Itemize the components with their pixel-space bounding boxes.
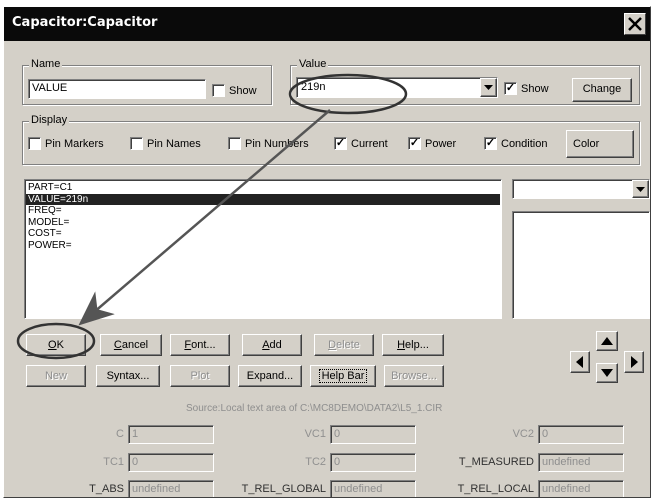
- property-line[interactable]: PART=C1: [26, 182, 500, 194]
- pin-names-label: Pin Names: [147, 137, 201, 150]
- param-tc1-label: TC1: [103, 456, 124, 468]
- ok-button[interactable]: OK: [26, 334, 86, 356]
- name-show-checkbox[interactable]: Show: [212, 84, 257, 97]
- syntax-button[interactable]: Syntax...: [96, 365, 160, 387]
- current-label: Current: [351, 137, 388, 150]
- property-line[interactable]: MODEL=: [26, 217, 500, 229]
- close-icon: [628, 17, 642, 31]
- attribute-combo[interactable]: [512, 179, 650, 199]
- param-t-abs-field[interactable]: undefined: [128, 480, 214, 497]
- power-checkbox[interactable]: ✓ Power: [408, 137, 456, 150]
- condition-checkbox[interactable]: ✓ Condition: [484, 137, 547, 150]
- name-show-label: Show: [229, 84, 257, 97]
- pin-markers-label: Pin Markers: [45, 137, 104, 150]
- arrow-down-icon: [601, 369, 613, 377]
- attribute-list[interactable]: [512, 211, 650, 319]
- pin-numbers-label: Pin Numbers: [245, 137, 309, 150]
- power-label: Power: [425, 137, 457, 150]
- param-t-rel-local-label: T_REL_LOCAL: [457, 483, 534, 495]
- value-show-box: ✓: [504, 82, 517, 95]
- value-combo[interactable]: 219n: [296, 77, 498, 98]
- property-line[interactable]: COST=: [26, 228, 500, 240]
- close-button[interactable]: [624, 13, 646, 35]
- capacitor-dialog: Capacitor:Capacitor Name VALUE Show Valu…: [3, 6, 651, 498]
- add-button[interactable]: Add: [242, 334, 302, 356]
- value-group-label: Value: [297, 58, 329, 70]
- param-vc1-field[interactable]: 0: [330, 425, 416, 444]
- move-up-button[interactable]: [596, 331, 618, 351]
- window-title: Capacitor:Capacitor: [12, 15, 158, 30]
- param-c-field[interactable]: 1: [128, 425, 214, 444]
- param-t-abs-label: T_ABS: [89, 483, 124, 495]
- value-show-checkbox[interactable]: ✓ Show: [504, 82, 549, 95]
- change-button[interactable]: Change: [572, 78, 632, 102]
- property-line[interactable]: VALUE=219n: [26, 193, 500, 205]
- power-box: ✓: [408, 137, 421, 150]
- value-combo-text: 219n: [301, 81, 326, 93]
- move-down-button[interactable]: [596, 363, 618, 383]
- pin-numbers-box: [228, 137, 241, 150]
- delete-button[interactable]: Delete: [314, 334, 374, 356]
- help-bar-button[interactable]: Help Bar: [310, 365, 376, 387]
- name-field[interactable]: VALUE: [28, 79, 206, 99]
- arrow-up-icon: [601, 337, 613, 345]
- name-show-box: [212, 84, 225, 97]
- param-t-measured-label: T_MEASURED: [458, 456, 534, 468]
- current-box: ✓: [334, 137, 347, 150]
- condition-box: ✓: [484, 137, 497, 150]
- title-bar: Capacitor:Capacitor: [4, 7, 650, 41]
- current-checkbox[interactable]: ✓ Current: [334, 137, 388, 150]
- param-vc1-label: VC1: [304, 428, 326, 440]
- properties-lines: PART=C1 VALUE=219n FREQ= MODEL= COST= POWER=: [26, 182, 500, 251]
- move-left-button[interactable]: [570, 351, 590, 373]
- plot-button[interactable]: Plot: [170, 365, 230, 387]
- condition-label: Condition: [501, 137, 548, 150]
- attribute-dropdown-button[interactable]: [632, 180, 649, 198]
- param-t-rel-global-label: T_REL_GLOBAL: [241, 483, 326, 495]
- param-tc1-field[interactable]: 0: [128, 453, 214, 472]
- color-button[interactable]: Color: [566, 130, 634, 158]
- property-line[interactable]: POWER=: [26, 240, 500, 252]
- value-dropdown-button[interactable]: [480, 78, 497, 97]
- help-bar-label: Help Bar: [318, 369, 368, 383]
- source-text: Source:Local text area of C:\MC8DEMO\DAT…: [186, 403, 443, 414]
- pin-names-box: [130, 137, 143, 150]
- param-c-label: C: [116, 428, 124, 440]
- param-t-measured-field[interactable]: undefined: [538, 453, 624, 472]
- display-group-label: Display: [29, 114, 70, 126]
- help-button[interactable]: Help...: [382, 334, 444, 356]
- param-t-rel-global-field[interactable]: undefined: [330, 480, 416, 497]
- new-button[interactable]: New: [26, 365, 86, 387]
- arrow-left-icon: [576, 356, 583, 368]
- param-tc2-field[interactable]: 0: [330, 453, 416, 472]
- arrow-right-icon: [631, 356, 638, 368]
- property-line[interactable]: FREQ=: [26, 205, 500, 217]
- pin-numbers-checkbox[interactable]: Pin Numbers: [228, 137, 309, 150]
- param-t-rel-local-field[interactable]: undefined: [538, 480, 624, 497]
- browse-button[interactable]: Browse...: [384, 365, 444, 387]
- font-button[interactable]: Font...: [170, 334, 230, 356]
- properties-list[interactable]: PART=C1 VALUE=219n FREQ= MODEL= COST= POWER=: [24, 179, 502, 319]
- value-show-label: Show: [521, 82, 549, 95]
- pin-names-checkbox[interactable]: Pin Names: [130, 137, 201, 150]
- chevron-down-icon: [636, 187, 645, 192]
- chevron-down-icon: [484, 85, 493, 90]
- param-vc2-field[interactable]: 0: [538, 425, 624, 444]
- name-group-label: Name: [29, 58, 63, 70]
- expand-button[interactable]: Expand...: [238, 365, 302, 387]
- param-tc2-label: TC2: [305, 456, 326, 468]
- move-right-button[interactable]: [624, 351, 644, 373]
- pin-markers-box: [28, 137, 41, 150]
- param-vc2-label: VC2: [512, 428, 534, 440]
- cancel-button[interactable]: Cancel: [100, 334, 162, 356]
- pin-markers-checkbox[interactable]: Pin Markers: [28, 137, 104, 150]
